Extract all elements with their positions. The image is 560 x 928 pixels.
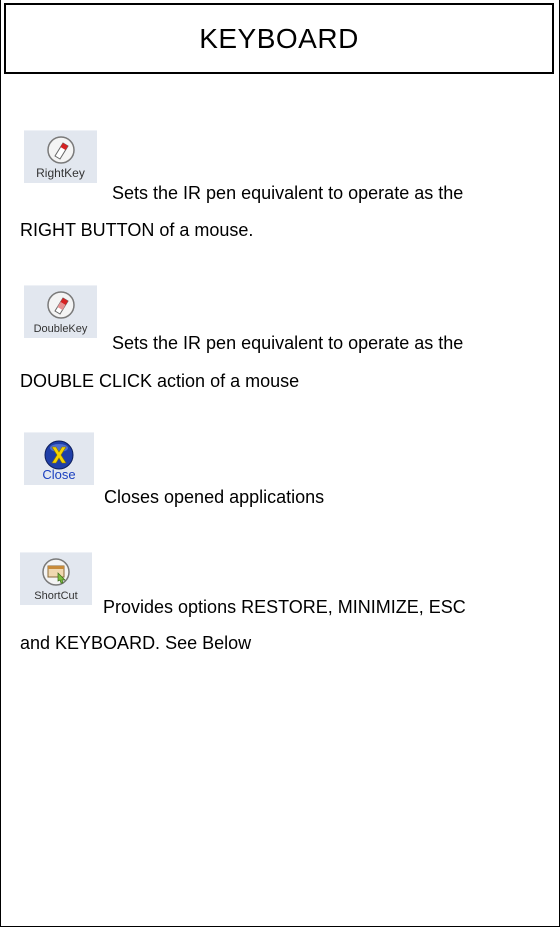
page-title: KEYBOARD — [199, 22, 359, 54]
shortcut-caption: ShortCut — [34, 590, 78, 602]
right-key-button[interactable]: RightKey — [24, 130, 97, 183]
double-key-mouse-icon — [46, 291, 75, 319]
shortcut-button[interactable]: ShortCut — [20, 552, 92, 605]
double-key-button[interactable]: DoubleKey — [24, 285, 97, 338]
double-key-caption: DoubleKey — [33, 323, 88, 335]
close-button[interactable]: Close — [24, 432, 94, 485]
close-caption: Close — [42, 467, 76, 482]
double-key-description-cont: DOUBLE CLICK action of a mouse — [20, 371, 300, 391]
shortcut-description: Provides options RESTORE, MINIMIZE, ESC — [103, 597, 466, 617]
right-key-caption: RightKey — [36, 166, 85, 180]
right-key-description-cont: RIGHT BUTTON of a mouse. — [20, 220, 254, 240]
double-key-description: Sets the IR pen equivalent to operate as… — [112, 333, 464, 353]
title-box: KEYBOARD — [4, 3, 554, 74]
close-description: Closes opened applications — [104, 487, 325, 507]
shortcut-icon — [42, 558, 70, 586]
right-key-description: Sets the IR pen equivalent to operate as… — [112, 183, 464, 203]
shortcut-description-cont: and KEYBOARD. See Below — [20, 633, 252, 653]
right-key-mouse-icon — [46, 136, 75, 164]
